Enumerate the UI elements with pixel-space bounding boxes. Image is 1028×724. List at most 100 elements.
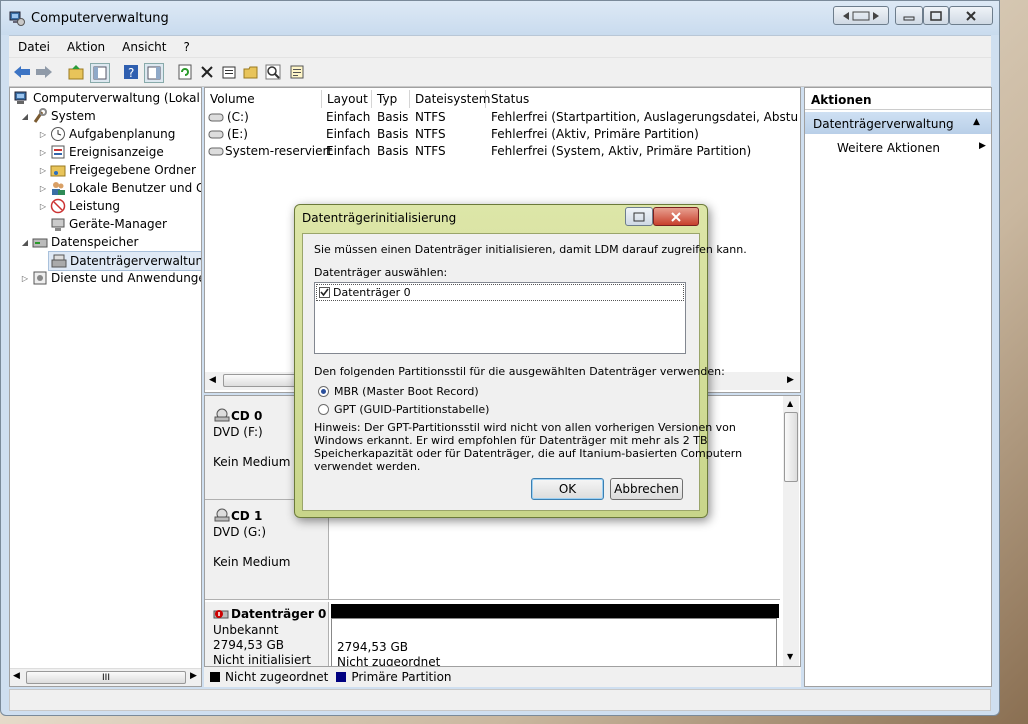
show-hide-tree-icon[interactable] [90, 63, 110, 83]
dialog-title: Datenträgerinitialisierung [302, 211, 457, 225]
table-row[interactable]: (E:) Einfach Basis NTFS Fehlerfrei (Akti… [205, 126, 800, 144]
tree-item-local-users[interactable]: ▷ Lokale Benutzer und Gruppen [38, 179, 201, 197]
disk-state: Kein Medium [213, 555, 291, 569]
tree-item-performance[interactable]: ▷ Leistung [38, 197, 120, 215]
tree-horizontal-scrollbar[interactable]: ◀ III ▶ [10, 668, 201, 686]
tree-item-label: Computerverwaltung (Lokal) [33, 91, 202, 105]
snap-arrows-icon[interactable] [833, 6, 889, 25]
partition-unallocated[interactable]: 2794,53 GB Nicht zugeordnet [331, 604, 779, 666]
action-label: Weitere Aktionen [837, 141, 940, 155]
disk-vertical-scrollbar[interactable]: ▲ ▼ [783, 396, 799, 666]
partition-bar [331, 604, 779, 618]
tree-item-system[interactable]: ◢ System [20, 107, 96, 125]
menu-help[interactable]: ? [174, 40, 197, 54]
cell-layout: Einfach [326, 127, 371, 141]
dialog-close-button[interactable] [653, 207, 699, 226]
radio-gpt[interactable] [318, 404, 329, 415]
disk-label-disk0[interactable]: Datenträger 0 Unbekannt 2794,53 GB Nicht… [205, 602, 329, 666]
menu-bar: Datei Aktion Ansicht ? [9, 35, 991, 58]
tree-collapse-icon[interactable]: ◢ [20, 238, 30, 247]
tree-expand-icon[interactable]: ▷ [20, 274, 30, 283]
disk-selection-list[interactable]: Datenträger 0 [314, 282, 686, 354]
tree-item-label: Lokale Benutzer und Gruppen [69, 181, 201, 195]
tree-item-services-apps[interactable]: ▷ Dienste und Anwendungen [20, 269, 201, 287]
forward-arrow-icon[interactable] [35, 63, 53, 81]
users-icon [50, 180, 66, 196]
disk-state: Kein Medium [213, 455, 291, 469]
toolbar: ? [9, 57, 991, 87]
performance-icon [50, 198, 66, 214]
maximize-button[interactable] [923, 6, 949, 25]
column-header-status[interactable]: Status [486, 90, 800, 108]
open-folder-icon[interactable] [242, 63, 260, 81]
system-tools-icon [32, 108, 48, 124]
tree-expand-icon[interactable]: ▷ [38, 184, 48, 193]
tree-item-event-viewer[interactable]: ▷ Ereignisanzeige [38, 143, 164, 161]
export-list-icon[interactable] [288, 63, 306, 81]
scroll-right-icon[interactable]: ▶ [787, 375, 794, 385]
scroll-thumb[interactable] [223, 374, 303, 387]
scroll-up-icon[interactable]: ▲ [787, 399, 793, 408]
disk-checkbox[interactable] [319, 287, 330, 298]
show-hide-action-pane-icon[interactable] [144, 63, 164, 83]
scroll-left-icon[interactable]: ◀ [209, 375, 216, 385]
collapse-up-icon[interactable]: ▲ [973, 117, 980, 127]
scroll-thumb[interactable]: III [26, 671, 186, 684]
tree-expand-icon[interactable]: ▷ [38, 202, 48, 211]
cell-filesystem: NTFS [415, 110, 446, 124]
cd-drive-icon [213, 508, 231, 525]
radio-mbr[interactable] [318, 386, 329, 397]
column-header-volume[interactable]: Volume [205, 90, 322, 108]
menu-datei[interactable]: Datei [9, 40, 58, 54]
cell-filesystem: NTFS [415, 127, 446, 141]
tree-item-task-scheduler[interactable]: ▷ Aufgabenplanung [38, 125, 175, 143]
folder-up-icon[interactable] [67, 63, 85, 81]
scroll-right-icon[interactable]: ▶ [190, 671, 197, 681]
properties-icon[interactable] [220, 63, 238, 81]
tree-item-label: Datenträgerverwaltung [70, 254, 202, 268]
table-row[interactable]: (C:) Einfach Basis NTFS Fehlerfrei (Star… [205, 109, 800, 127]
action-more-actions[interactable]: Weitere Aktionen ▶ [805, 136, 991, 158]
tree-expand-icon[interactable]: ▷ [38, 166, 48, 175]
cell-typ: Basis [377, 144, 409, 158]
ok-button[interactable]: OK [531, 478, 604, 500]
close-button[interactable] [949, 6, 993, 25]
dialog-restore-button[interactable] [625, 207, 653, 226]
tree-item-shared-folders[interactable]: ▷ Freigegebene Ordner [38, 161, 196, 179]
tree-item-label: Datenspeicher [51, 235, 139, 249]
tree-item-computer-management[interactable]: Computerverwaltung (Lokal) [12, 89, 202, 107]
column-header-typ[interactable]: Typ [372, 90, 410, 108]
tree-collapse-icon[interactable]: ◢ [20, 112, 30, 121]
column-header-filesystem[interactable]: Dateisystem [410, 90, 490, 108]
zoom-icon[interactable] [264, 63, 282, 81]
disk-management-icon [51, 253, 67, 269]
scroll-left-icon[interactable]: ◀ [13, 671, 20, 681]
disk-type: DVD (G:) [213, 525, 266, 539]
refresh-icon[interactable] [176, 63, 194, 81]
menu-aktion[interactable]: Aktion [58, 40, 113, 54]
scroll-thumb[interactable] [784, 412, 798, 482]
tree-item-storage[interactable]: ◢ Datenspeicher [20, 233, 138, 251]
list-item[interactable]: Datenträger 0 [316, 284, 684, 301]
disk-item-label: Datenträger 0 [333, 286, 411, 299]
tree-item-disk-management[interactable]: Datenträgerverwaltung [48, 251, 202, 271]
actions-section-disk-management[interactable]: Datenträgerverwaltung ▲ [805, 112, 991, 134]
title-bar[interactable]: Computerverwaltung [1, 1, 999, 35]
legend-label-primary: Primäre Partition [351, 670, 452, 684]
table-row[interactable]: System-reserviert Einfach Basis NTFS Feh… [205, 143, 800, 161]
radio-gpt-label[interactable]: GPT (GUID-Partitionstabelle) [334, 403, 489, 416]
column-header-layout[interactable]: Layout [322, 90, 372, 108]
help-icon[interactable]: ? [122, 63, 140, 81]
tree-item-label: System [51, 109, 96, 123]
tree-item-device-manager[interactable]: Geräte-Manager [48, 215, 167, 233]
cancel-button[interactable]: Abbrechen [610, 478, 683, 500]
back-arrow-icon[interactable] [13, 63, 31, 81]
navigation-tree: Computerverwaltung (Lokal) ◢ System ▷ Au… [9, 87, 202, 687]
minimize-button[interactable] [895, 6, 923, 25]
delete-icon[interactable] [198, 63, 216, 81]
tree-expand-icon[interactable]: ▷ [38, 148, 48, 157]
radio-mbr-label[interactable]: MBR (Master Boot Record) [334, 385, 479, 398]
tree-expand-icon[interactable]: ▷ [38, 130, 48, 139]
menu-ansicht[interactable]: Ansicht [113, 40, 174, 54]
scroll-down-icon[interactable]: ▼ [787, 652, 793, 661]
